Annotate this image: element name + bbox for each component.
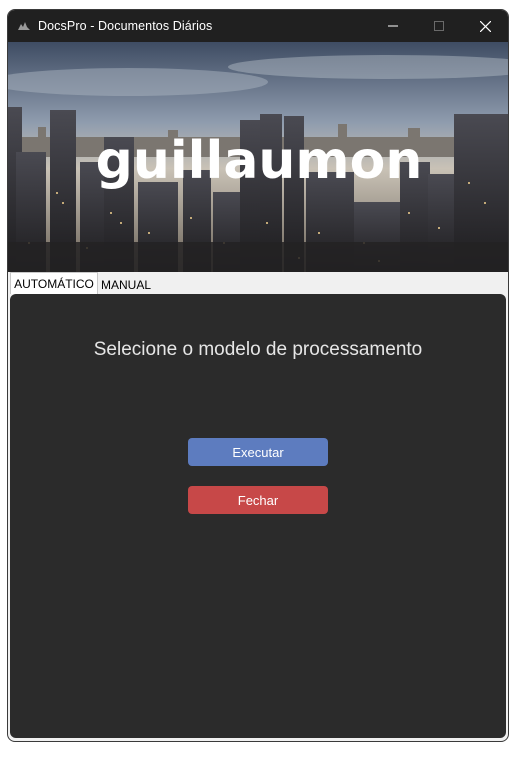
tab-automatico[interactable]: AUTOMÁTICO bbox=[10, 272, 98, 294]
page-heading: Selecione o modelo de processamento bbox=[93, 339, 423, 360]
window-controls bbox=[370, 10, 508, 42]
title-bar[interactable]: DocsPro - Documentos Diários bbox=[8, 10, 508, 42]
banner-image: guillaumon bbox=[8, 42, 508, 272]
maximize-icon bbox=[434, 21, 444, 31]
close-app-button[interactable]: Fechar bbox=[188, 486, 328, 514]
minimize-button[interactable] bbox=[370, 10, 416, 42]
banner-logo: guillaumon bbox=[96, 131, 423, 191]
app-icon bbox=[17, 19, 31, 33]
app-window: DocsPro - Documentos Diários guillaumon … bbox=[7, 9, 509, 742]
execute-button[interactable]: Executar bbox=[188, 438, 328, 466]
tab-content-panel: Selecione o modelo de processamento Exec… bbox=[10, 294, 506, 738]
tab-manual[interactable]: MANUAL bbox=[98, 275, 154, 294]
close-icon bbox=[479, 20, 491, 32]
window-title: DocsPro - Documentos Diários bbox=[38, 19, 213, 33]
close-button[interactable] bbox=[462, 10, 508, 42]
minimize-icon bbox=[388, 25, 398, 27]
maximize-button[interactable] bbox=[416, 10, 462, 42]
tab-bar: AUTOMÁTICO MANUAL bbox=[8, 272, 508, 294]
